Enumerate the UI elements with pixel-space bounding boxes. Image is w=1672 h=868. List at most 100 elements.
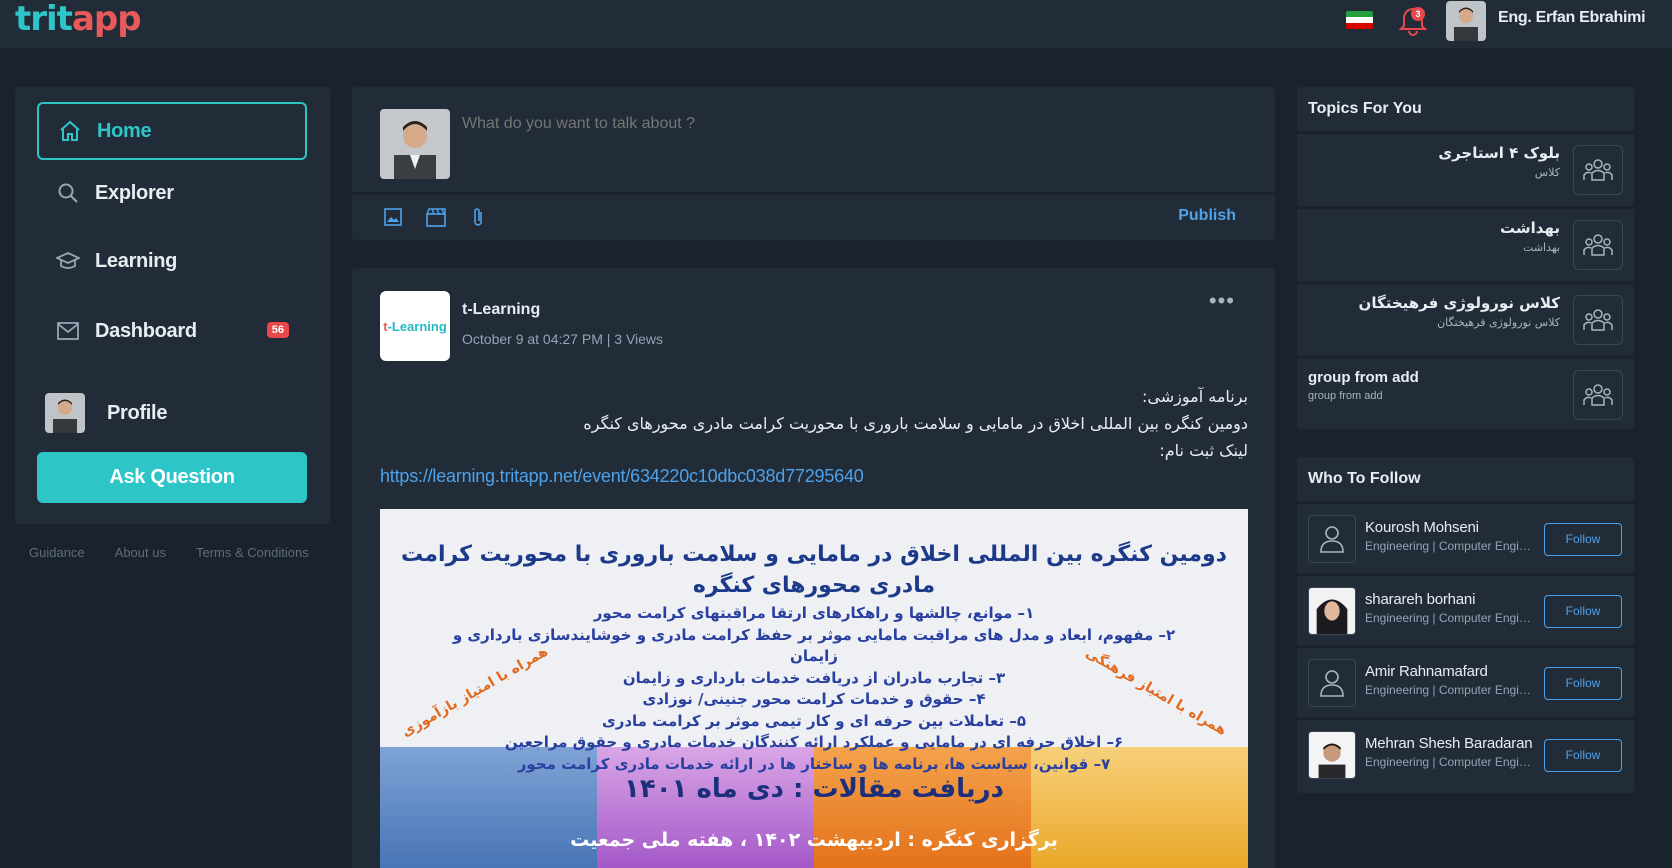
post-body-line: دومین کنگره بین المللی اخلاق در مامایی و… bbox=[583, 414, 1248, 433]
avatar[interactable] bbox=[1308, 731, 1356, 779]
follow-name[interactable]: sharareh borhani bbox=[1365, 591, 1475, 608]
topic-name: بلوک ۴ استاجری bbox=[1438, 144, 1560, 162]
iran-flag-icon[interactable] bbox=[1346, 11, 1373, 29]
follow-suggestion: Kourosh Mohseni Engineering | Computer E… bbox=[1297, 501, 1634, 573]
topic-sub: group from add bbox=[1308, 390, 1383, 402]
topic-name: کلاس نورولوژی فرهیختگان bbox=[1358, 294, 1560, 312]
image-upload-button[interactable] bbox=[380, 204, 406, 230]
follow-sub: Engineering | Computer Engineering bbox=[1365, 683, 1531, 697]
topic-item[interactable]: کلاس نورولوژی فرهیختگان کلاس نورولوژی فر… bbox=[1297, 281, 1634, 353]
topics-panel: Topics For You بلوک ۴ استاجری کلاس بهداش… bbox=[1297, 87, 1634, 429]
post-body: برنامه آموزشی: دومین کنگره بین المللی اخ… bbox=[380, 383, 1248, 464]
follow-name[interactable]: Amir Rahnamafard bbox=[1365, 663, 1488, 680]
post-body-line: لینک ثبت نام: bbox=[1159, 441, 1248, 460]
tritapp-logo[interactable]: tritapp bbox=[15, 0, 142, 40]
post-author[interactable]: t-Learning bbox=[462, 301, 540, 319]
left-sidebar: Home Explorer Learning Dashboard 56 Prof… bbox=[15, 87, 330, 524]
image-topic-line: ۳– تجارب مادران از دریافت خدمات بارداری … bbox=[622, 668, 1006, 687]
post-input[interactable] bbox=[462, 115, 1242, 133]
topic-name: بهداشت bbox=[1500, 219, 1560, 237]
default-user-icon[interactable] bbox=[1308, 515, 1356, 563]
follow-button[interactable]: Follow bbox=[1544, 667, 1622, 700]
follow-suggestion: Amir Rahnamafard Engineering | Computer … bbox=[1297, 645, 1634, 717]
t-learning-logo[interactable]: t -Learning bbox=[380, 291, 450, 361]
post-image[interactable]: دومین کنگره بین المللی اخلاق در مامایی و… bbox=[380, 509, 1248, 868]
follow-name[interactable]: Mehran Shesh Baradaran bbox=[1365, 735, 1533, 752]
image-topic-line: ۱– موانع، چالشها و راهکارهای ارتقا مراقب… bbox=[593, 604, 1035, 622]
image-icon bbox=[384, 208, 402, 226]
avatar bbox=[380, 109, 450, 179]
follow-name[interactable]: Kourosh Mohseni bbox=[1365, 519, 1479, 536]
follow-button[interactable]: Follow bbox=[1544, 595, 1622, 628]
terms-link[interactable]: Terms & Conditions bbox=[196, 545, 309, 560]
topic-item[interactable]: group from add group from add bbox=[1297, 356, 1634, 428]
guidance-link[interactable]: Guidance bbox=[29, 545, 85, 560]
topic-item[interactable]: بهداشت بهداشت bbox=[1297, 206, 1634, 278]
post-meta: October 9 at 04:27 PM | 3 Views bbox=[462, 331, 664, 347]
video-upload-button[interactable] bbox=[423, 204, 449, 230]
top-bar: tritapp 3 Eng. Erfan Ebrahimi bbox=[0, 0, 1672, 49]
sidebar-item-home[interactable]: Home bbox=[37, 102, 307, 160]
image-topic-line: ۶– اخلاق حرفه ای در مامایی و عملکرد ارائ… bbox=[504, 733, 1124, 751]
group-icon bbox=[1573, 220, 1623, 270]
image-topic-line: ۵– تعاملات بین حرفه ای و کار تیمی موثر ب… bbox=[601, 711, 1027, 730]
ask-question-button[interactable]: Ask Question bbox=[37, 452, 307, 503]
image-topic-line: ۲– مفهوم، ابعاد و مدل های مراقبت مامایی … bbox=[452, 625, 1176, 666]
follow-button[interactable]: Follow bbox=[1544, 523, 1622, 556]
follow-button[interactable]: Follow bbox=[1544, 739, 1622, 772]
sidebar-item-learning[interactable]: Learning bbox=[37, 232, 307, 290]
sidebar-item-explorer[interactable]: Explorer bbox=[37, 164, 307, 222]
avatar bbox=[45, 393, 85, 433]
footer-links: Guidance About us Terms & Conditions bbox=[29, 545, 309, 560]
follow-suggestion: sharareh borhani Engineering | Computer … bbox=[1297, 573, 1634, 645]
attachment-button[interactable] bbox=[465, 204, 491, 230]
group-icon bbox=[1573, 145, 1623, 195]
image-topic-line: ۴– حقوق و خدمات کرامت محور جنینی/ نوزادی bbox=[642, 690, 986, 708]
follow-suggestion: Mehran Shesh Baradaran Engineering | Com… bbox=[1297, 717, 1634, 789]
follow-sub: Engineering | Computer Engineering bbox=[1365, 539, 1531, 553]
avatar[interactable] bbox=[1308, 587, 1356, 635]
group-icon bbox=[1573, 370, 1623, 420]
user-avatar[interactable] bbox=[1446, 1, 1486, 41]
about-us-link[interactable]: About us bbox=[115, 545, 166, 560]
sidebar-item-label: Dashboard bbox=[95, 319, 197, 342]
notifications-button[interactable]: 3 bbox=[1398, 4, 1428, 36]
image-held-date: برگزاری کنگره : اردیبهشت ۱۴۰۲ ، هفته ملی… bbox=[570, 829, 1058, 851]
topic-item[interactable]: بلوک ۴ استاجری کلاس bbox=[1297, 131, 1634, 203]
follow-sub: Engineering | Computer Engineering bbox=[1365, 611, 1531, 625]
home-icon bbox=[57, 118, 83, 144]
image-topics: ۱– موانع، چالشها و راهکارهای ارتقا مراقب… bbox=[440, 603, 1188, 775]
clapperboard-icon bbox=[426, 208, 446, 227]
group-icon bbox=[1573, 295, 1623, 345]
mail-icon bbox=[55, 318, 81, 344]
user-name[interactable]: Eng. Erfan Ebrahimi bbox=[1498, 9, 1646, 27]
sidebar-item-profile[interactable]: Profile bbox=[45, 393, 167, 433]
topic-name: group from add bbox=[1308, 369, 1419, 386]
sidebar-item-label: Learning bbox=[95, 249, 178, 272]
follow-sub: Engineering | Computer Engineering bbox=[1365, 755, 1531, 769]
registration-link[interactable]: https://learning.tritapp.net/event/63422… bbox=[380, 466, 864, 487]
image-topic-line: ۷– قوانین، سیاست ها، برنامه ها و ساختار … bbox=[517, 754, 1111, 773]
topics-title: Topics For You bbox=[1308, 100, 1422, 117]
paperclip-icon bbox=[474, 208, 482, 226]
divider bbox=[352, 192, 1275, 195]
sidebar-item-dashboard[interactable]: Dashboard 56 bbox=[37, 302, 307, 360]
default-user-icon[interactable] bbox=[1308, 659, 1356, 707]
post-card: t -Learning t-Learning October 9 at 04:27… bbox=[352, 268, 1275, 868]
search-icon bbox=[55, 180, 81, 206]
more-options-icon[interactable]: ••• bbox=[1209, 288, 1235, 314]
notification-count-badge: 3 bbox=[1411, 7, 1425, 21]
topic-sub: کلاس bbox=[1534, 166, 1560, 179]
publish-button[interactable]: Publish bbox=[1178, 207, 1236, 225]
sidebar-item-label: Explorer bbox=[95, 181, 174, 204]
who-to-follow-panel: Who To Follow Kourosh Mohseni Engineerin… bbox=[1297, 457, 1634, 793]
who-to-follow-title: Who To Follow bbox=[1308, 470, 1421, 487]
image-title: دومین کنگره بین المللی اخلاق در مامایی و… bbox=[401, 542, 1227, 598]
topic-sub: بهداشت bbox=[1523, 241, 1560, 254]
image-deadline: دریافت مقالات : دی ماه ۱۴۰۱ bbox=[624, 774, 1004, 804]
post-body-line: برنامه آموزشی: bbox=[1142, 387, 1248, 406]
graduation-cap-icon bbox=[55, 248, 81, 274]
sidebar-item-label: Profile bbox=[107, 401, 168, 424]
topic-sub: کلاس نورولوژی فرهیختگان bbox=[1437, 316, 1560, 329]
dashboard-count-badge: 56 bbox=[266, 322, 289, 338]
